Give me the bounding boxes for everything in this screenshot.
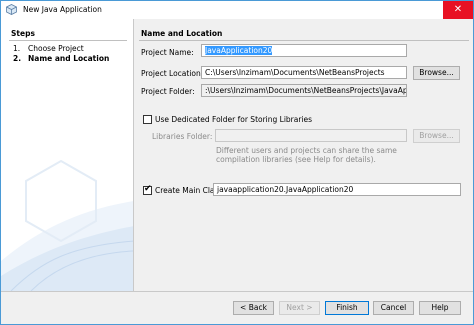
panel-title: Name and Location — [141, 29, 223, 38]
netbeans-cube-icon — [6, 4, 17, 15]
close-button[interactable]: ✕ — [443, 1, 473, 19]
title-bar[interactable]: New Java Application ✕ — [1, 1, 473, 19]
project-folder-field[interactable]: :\Users\Inzimam\Documents\NetBeansProjec… — [201, 84, 407, 97]
step-number: 1. — [13, 44, 21, 53]
dialog-footer: < Back Next > Finish Cancel Help — [1, 291, 473, 324]
project-name-value: JavaApplication20 — [205, 46, 273, 55]
libraries-browse-button[interactable]: Browse... — [413, 129, 460, 143]
checkmark-icon: ✔ — [144, 184, 152, 194]
steps-divider — [9, 40, 127, 41]
next-button[interactable]: Next > — [279, 301, 320, 315]
cancel-button[interactable]: Cancel — [373, 301, 414, 315]
main-class-input[interactable]: javaapplication20.JavaApplication20 — [213, 183, 461, 196]
name-and-location-panel: Name and Location Project Name: JavaAppl… — [135, 19, 473, 291]
steps-header: Steps — [11, 29, 35, 38]
steps-panel: Steps 1. Choose Project 2. Name and Locati… — [1, 19, 134, 291]
create-main-class-checkbox[interactable]: ✔ — [143, 184, 152, 195]
project-name-input[interactable]: JavaApplication20 — [201, 44, 407, 57]
close-icon: ✕ — [453, 4, 463, 15]
finish-button[interactable]: Finish — [325, 301, 369, 315]
libraries-hint-text: Different users and projects can share t… — [216, 146, 397, 164]
libraries-folder-input[interactable] — [215, 129, 407, 142]
help-button[interactable]: Help — [419, 301, 461, 315]
back-button[interactable]: < Back — [233, 301, 274, 315]
new-java-application-dialog: New Java Application ✕ Steps 1. Choose Pr… — [0, 0, 474, 325]
project-location-input[interactable]: C:\Users\Inzimam\Documents\NetBeansProje… — [201, 66, 407, 79]
panel-divider — [139, 40, 469, 41]
step-name-and-location: 2. Name and Location — [13, 54, 109, 63]
project-location-browse-button[interactable]: Browse... — [413, 66, 460, 80]
step-choose-project: 1. Choose Project — [13, 44, 84, 53]
dedicated-folder-label[interactable]: Use Dedicated Folder for Storing Librari… — [155, 115, 312, 124]
step-label: Name and Location — [28, 54, 110, 63]
step-number: 2. — [13, 54, 22, 63]
libraries-folder-label: Libraries Folder: — [152, 132, 213, 141]
window-title: New Java Application — [23, 5, 102, 14]
project-folder-label: Project Folder: — [141, 87, 195, 96]
project-name-label: Project Name: — [141, 48, 194, 57]
step-label: Choose Project — [28, 44, 84, 53]
dedicated-folder-checkbox[interactable] — [143, 115, 152, 124]
project-location-label: Project Location: — [141, 69, 204, 78]
netbeans-wizard-graphic — [1, 141, 133, 291]
